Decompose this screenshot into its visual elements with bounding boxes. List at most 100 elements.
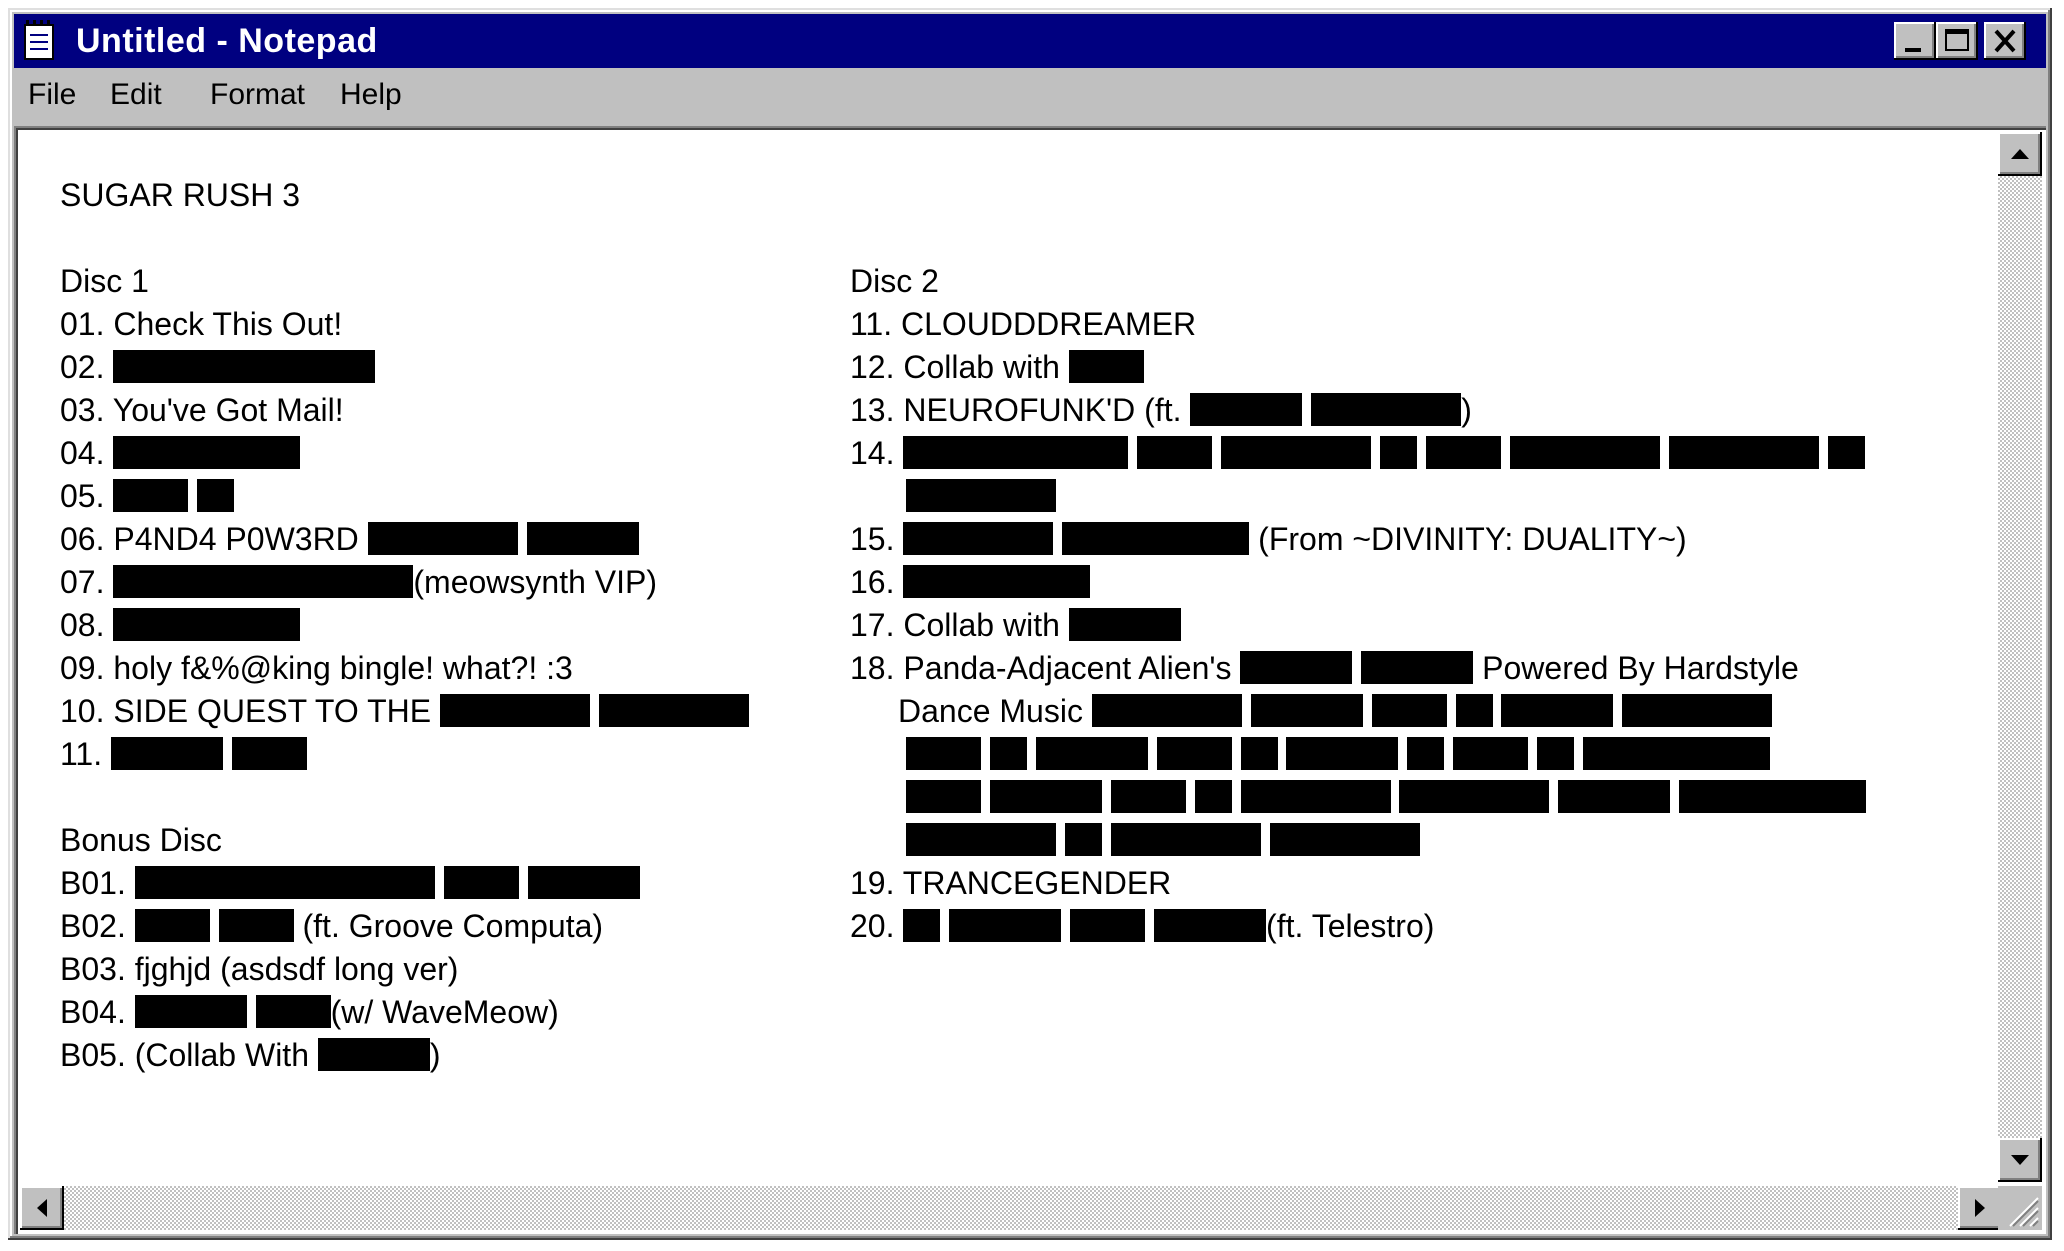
bonus-heading: Bonus Disc [60,822,222,858]
redaction-bar [1035,737,1148,771]
redaction-bar [134,866,435,900]
redaction-bar [134,909,210,943]
redaction-bar [1137,436,1213,470]
redaction-bar [1221,436,1372,470]
redaction-bar [1407,737,1445,771]
track-text: 13. NEUROFUNK'D (ft. [850,392,1182,428]
redaction-bar [1361,651,1474,685]
redaction-bar [1286,737,1399,771]
track-line: 08. [60,604,301,647]
redaction-bar [197,479,235,513]
redaction-bar [598,694,749,728]
maximize-button[interactable] [1936,22,1978,60]
redaction-bar [1453,737,1529,771]
menu-bar: File Edit Format Help [14,70,2046,120]
menu-format[interactable]: Format [210,78,305,112]
track-text: (From ~DIVINITY: DUALITY~) [1258,521,1687,557]
track-line: 01. Check This Out! [60,303,342,346]
redaction-bar [1156,737,1232,771]
redaction-bar [113,479,189,513]
track-text: 11. CLOUDDDREAMER [850,306,1197,342]
redaction-bar [255,995,331,1029]
track-line: 02. [60,346,376,389]
menu-file[interactable]: File [28,78,76,112]
track-line: 16. [850,561,1091,604]
track-line: 17. Collab with [850,604,1181,647]
track-text: ) [1461,392,1472,428]
redaction-bar [906,479,1056,513]
redaction-bar [526,522,639,556]
scroll-left-button[interactable] [20,1186,64,1230]
menu-edit[interactable]: Edit [110,78,162,112]
disc2-heading: Disc 2 [850,263,939,299]
redaction-bar [1371,694,1447,728]
track-line: 07. (meowsynth VIP) [60,561,657,604]
track-line-continued [906,733,1771,776]
title-bar[interactable]: Untitled - Notepad [14,14,2046,68]
track-text: 19. TRANCEGENDER [850,865,1172,901]
window-title: Untitled - Notepad [76,22,378,60]
redaction-bar [134,995,247,1029]
track-line: B01. [60,862,640,905]
scroll-up-button[interactable] [1998,132,2042,176]
track-line: 11. [60,733,307,776]
redaction-bar [1068,350,1144,384]
track-line: B03. fjghjd (asdsdf long ver) [60,948,458,991]
close-button[interactable] [1984,22,2026,60]
track-text: 05. [60,478,105,514]
minimize-button[interactable] [1894,22,1936,60]
menu-help[interactable]: Help [340,78,402,112]
track-line: 09. holy f&%@king bingle! what?! :3 [60,647,573,690]
track-text: 03. You've Got Mail! [60,392,344,428]
redaction-bar [1064,823,1102,857]
redaction-bar [218,909,294,943]
redaction-bar [1311,393,1462,427]
track-text: 18. Panda-Adjacent Alien's [850,650,1232,686]
track-text: 01. Check This Out! [60,306,343,342]
document-text[interactable]: SUGAR RUSH 3 Disc 1 01. Check This Out! … [60,174,2010,1184]
redaction-bar [1583,737,1771,771]
scroll-down-button[interactable] [1998,1138,2042,1182]
track-line-continued [906,475,1056,518]
redaction-bar [113,608,301,642]
redaction-bar [906,780,981,814]
redaction-bar [317,1038,430,1072]
maximize-icon [1945,29,1969,51]
resize-grip[interactable] [1998,1186,2042,1230]
track-line: 15. (From ~DIVINITY: DUALITY~) [850,518,1687,561]
notepad-window: Untitled - Notepad File Edit Format Help… [8,8,2052,1240]
redaction-bar [1062,522,1250,556]
redaction-bar [1425,436,1501,470]
redaction-bar [1068,608,1181,642]
redaction-bar [1240,780,1391,814]
track-line: B02. (ft. Groove Computa) [60,905,603,948]
track-line: 10. SIDE QUEST TO THE [60,690,749,733]
track-text: 12. Collab with [850,349,1060,385]
redaction-bar [443,866,519,900]
arrow-left-icon [37,1199,47,1217]
redaction-bar [906,737,981,771]
redaction-bar [1509,436,1660,470]
redaction-bar [989,780,1102,814]
doc-title: SUGAR RUSH 3 [60,177,301,213]
redaction-bar [1190,393,1303,427]
redaction-bar [1240,737,1278,771]
text-editor[interactable]: SUGAR RUSH 3 Disc 1 01. Check This Out! … [14,126,2046,1234]
redaction-bar [1380,436,1418,470]
horizontal-scrollbar[interactable] [20,1186,2002,1230]
notepad-icon[interactable] [24,20,54,60]
redaction-bar [1399,780,1550,814]
vertical-scrollbar[interactable] [1998,132,2042,1182]
redaction-bar [1110,780,1186,814]
redaction-bar [1194,780,1232,814]
scroll-right-button[interactable] [1958,1186,2002,1230]
close-icon [1994,29,2016,53]
track-line-continued [906,819,1420,862]
track-line-continued [906,776,1867,819]
track-text: B05. (Collab With [60,1037,309,1073]
redaction-bar [1070,909,1146,943]
redaction-bar [1091,694,1242,728]
track-line: 05. [60,475,235,518]
track-line: 13. NEUROFUNK'D (ft. ) [850,389,1472,432]
redaction-bar [113,436,301,470]
